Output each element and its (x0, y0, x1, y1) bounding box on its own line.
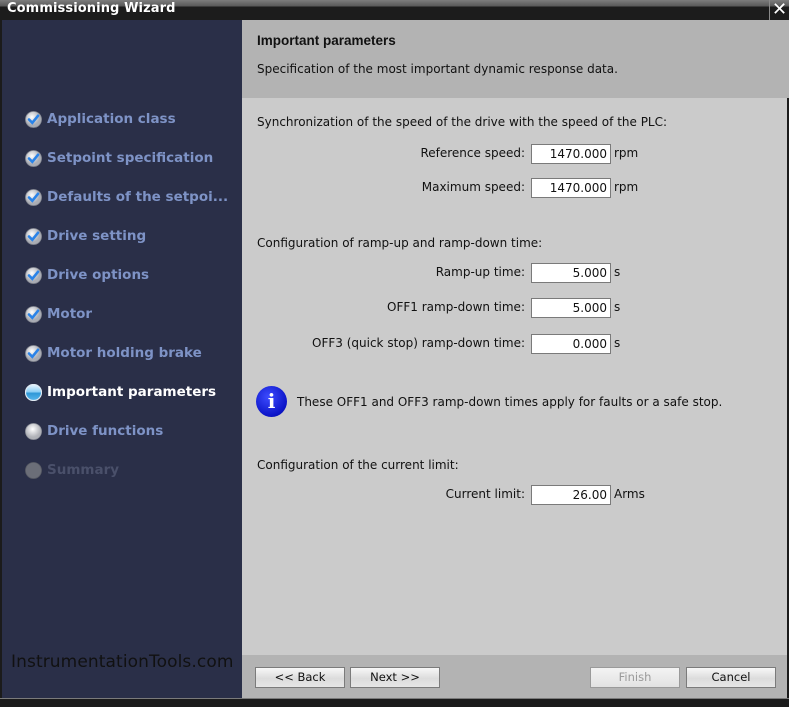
step-defaults-of-setpoint[interactable]: Defaults of the setpoi... (25, 187, 228, 207)
maximum-speed-unit: rpm (614, 180, 639, 194)
reference-speed-label: Reference speed: (420, 146, 525, 160)
check-circle-icon (25, 305, 42, 323)
disabled-step-icon (25, 461, 42, 479)
parameters-panel: Synchronization of the speed of the driv… (242, 98, 787, 655)
page-subtitle: Specification of the most important dyna… (257, 62, 618, 76)
check-circle-icon (25, 110, 42, 128)
off3-ramp-down-input[interactable] (531, 334, 611, 354)
ramp-up-time-unit: s (614, 265, 621, 279)
step-label: Drive options (47, 267, 150, 283)
step-setpoint-specification[interactable]: Setpoint specification (25, 148, 213, 168)
finish-button: Finish (590, 667, 680, 688)
wizard-footer: << Back Next >> Finish Cancel (242, 655, 787, 698)
watermark: InstrumentationTools.com (11, 652, 234, 672)
current-limit-unit: Arms (614, 487, 645, 501)
title-bar: Commissioning Wizard ✕ (0, 0, 789, 20)
cancel-button[interactable]: Cancel (686, 667, 776, 688)
wizard-steps-sidebar: Application class Setpoint specification… (2, 20, 242, 698)
step-label: Motor (47, 306, 93, 322)
reference-speed-unit: rpm (614, 146, 639, 160)
reference-speed-row: Reference speed: rpm (242, 144, 787, 164)
current-step-icon (24, 383, 43, 401)
current-limit-input[interactable] (531, 485, 611, 505)
step-drive-functions[interactable]: Drive functions (25, 421, 163, 441)
check-circle-icon (25, 149, 42, 167)
ramp-up-time-row: Ramp-up time: s (242, 263, 787, 283)
pending-step-icon (25, 422, 42, 440)
off3-ramp-down-unit: s (614, 336, 621, 350)
maximum-speed-row: Maximum speed: rpm (242, 178, 787, 198)
off1-ramp-down-row: OFF1 ramp-down time: s (242, 298, 787, 318)
step-label: Motor holding brake (47, 345, 202, 361)
check-circle-icon (25, 188, 42, 206)
current-section-label: Configuration of the current limit: (257, 458, 459, 472)
ramp-section-label: Configuration of ramp-up and ramp-down t… (257, 236, 543, 250)
step-motor[interactable]: Motor (25, 304, 92, 324)
off1-ramp-down-label: OFF1 ramp-down time: (387, 300, 525, 314)
off1-ramp-down-input[interactable] (531, 298, 611, 318)
step-label: Drive functions (47, 423, 164, 439)
ramp-up-time-input[interactable] (531, 263, 611, 283)
step-important-parameters[interactable]: Important parameters (24, 382, 217, 402)
check-circle-icon (25, 266, 42, 284)
off3-ramp-down-label: OFF3 (quick stop) ramp-down time: (312, 336, 525, 350)
step-drive-setting[interactable]: Drive setting (25, 226, 146, 246)
info-message: i These OFF1 and OFF3 ramp-down times ap… (256, 386, 722, 417)
step-summary: Summary (25, 460, 119, 480)
check-circle-icon (25, 227, 42, 245)
info-icon: i (256, 386, 287, 417)
window-title: Commissioning Wizard (7, 1, 176, 16)
window-border-bottom (0, 698, 789, 707)
next-button[interactable]: Next >> (350, 667, 440, 688)
off3-ramp-down-row: OFF3 (quick stop) ramp-down time: s (242, 334, 787, 354)
step-label: Important parameters (47, 384, 217, 400)
page-title: Important parameters (257, 33, 396, 48)
current-limit-row: Current limit: Arms (242, 485, 787, 505)
close-button[interactable]: ✕ (769, 0, 789, 20)
step-label: Summary (47, 462, 120, 478)
current-limit-label: Current limit: (445, 487, 525, 501)
maximum-speed-input[interactable] (531, 178, 611, 198)
step-label: Application class (47, 111, 176, 127)
close-icon: ✕ (771, 0, 788, 20)
maximum-speed-label: Maximum speed: (421, 180, 525, 194)
ramp-up-time-label: Ramp-up time: (435, 265, 525, 279)
off1-ramp-down-unit: s (614, 300, 621, 314)
step-motor-holding-brake[interactable]: Motor holding brake (25, 343, 202, 363)
step-label: Setpoint specification (47, 150, 214, 166)
speed-section-label: Synchronization of the speed of the driv… (257, 115, 668, 129)
page-header: Important parameters Specification of th… (242, 20, 789, 98)
step-drive-options[interactable]: Drive options (25, 265, 149, 285)
back-button[interactable]: << Back (255, 667, 345, 688)
check-circle-icon (25, 344, 42, 362)
step-label: Drive setting (47, 228, 147, 244)
info-text: These OFF1 and OFF3 ramp-down times appl… (297, 394, 723, 409)
step-label: Defaults of the setpoi... (47, 189, 229, 205)
reference-speed-input[interactable] (531, 144, 611, 164)
step-application-class[interactable]: Application class (25, 109, 176, 129)
